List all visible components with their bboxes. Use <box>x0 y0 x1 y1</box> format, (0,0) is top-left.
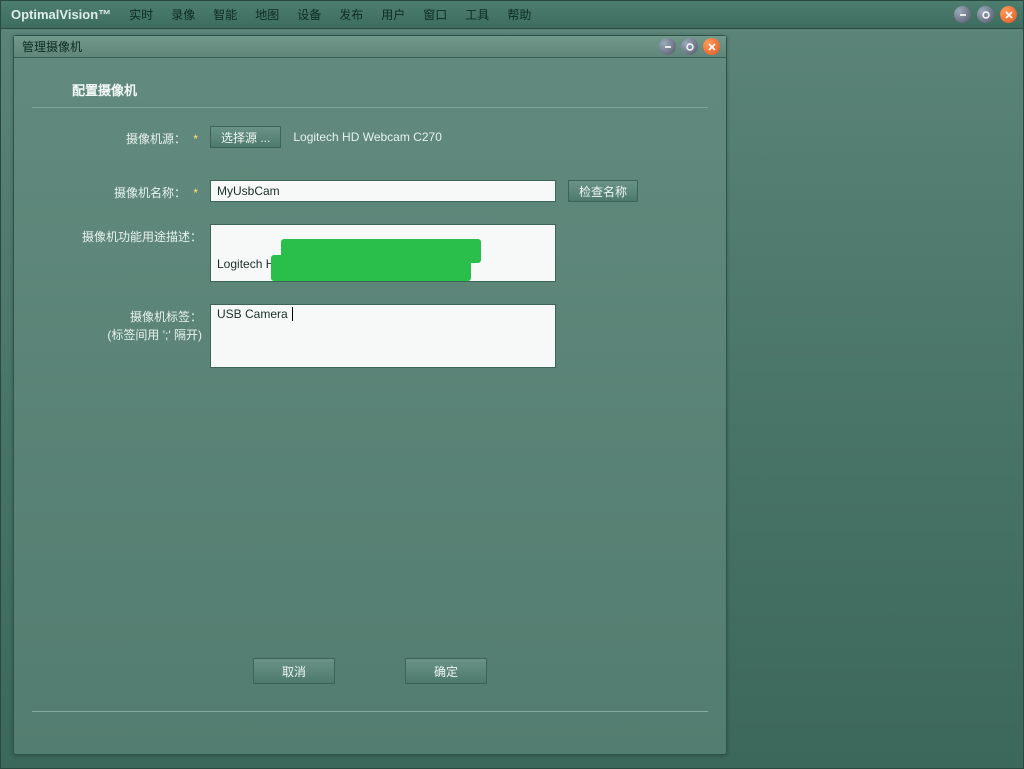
menu-window[interactable]: 窗口 <box>423 6 447 23</box>
row-tags: 摄像机标签： (标签间用 ';' 隔开) USB Camera <box>14 304 726 368</box>
label-desc: 摄像机功能用途描述： <box>40 224 210 246</box>
label-name: 摄像机名称： * <box>40 180 210 202</box>
select-source-button[interactable]: 选择源 ... <box>210 126 281 148</box>
tags-value: USB Camera <box>217 307 288 321</box>
dialog-window-controls <box>659 38 720 55</box>
dialog-maximize-icon[interactable] <box>681 38 698 55</box>
row-name: 摄像机名称： * 检查名称 <box>14 180 726 202</box>
footer-divider <box>32 711 708 712</box>
label-tags: 摄像机标签： (标签间用 ';' 隔开) <box>40 304 210 344</box>
redaction-block <box>376 269 436 282</box>
label-source: 摄像机源： * <box>40 126 210 148</box>
row-desc: 摄像机功能用途描述： Logitech HD Webcam C270 @devi… <box>14 224 726 282</box>
menu-realtime[interactable]: 实时 <box>129 6 153 23</box>
camera-desc-textarea[interactable]: Logitech HD Webcam C270 @device:pnp:\\? … <box>210 224 556 282</box>
manage-camera-dialog: 管理摄像机 配置摄像机 摄像机源： * 选择源 ... Logitech HD … <box>13 35 727 755</box>
redaction-block <box>271 255 471 281</box>
dialog-title: 管理摄像机 <box>22 38 82 55</box>
menu-device[interactable]: 设备 <box>297 6 321 23</box>
required-marker: * <box>193 186 198 200</box>
dialog-titlebar: 管理摄像机 <box>14 36 726 58</box>
cancel-button[interactable]: 取消 <box>253 658 335 684</box>
maximize-icon[interactable] <box>977 6 994 23</box>
ok-button[interactable]: 确定 <box>405 658 487 684</box>
close-icon[interactable] <box>1000 6 1017 23</box>
camera-tags-textarea[interactable]: USB Camera <box>210 304 556 368</box>
menu-publish[interactable]: 发布 <box>339 6 363 23</box>
app-titlebar: OptimalVision™ 实时 录像 智能 地图 设备 发布 用户 窗口 工… <box>1 1 1023 29</box>
section-title: 配置摄像机 <box>32 66 708 108</box>
source-name: Logitech HD Webcam C270 <box>293 130 442 144</box>
menu-user[interactable]: 用户 <box>381 6 405 23</box>
menu-help[interactable]: 帮助 <box>507 6 531 23</box>
minimize-icon[interactable] <box>954 6 971 23</box>
main-menu: 实时 录像 智能 地图 设备 发布 用户 窗口 工具 帮助 <box>129 6 954 23</box>
app-title: OptimalVision™ <box>11 7 111 22</box>
app-window-controls <box>954 6 1017 23</box>
menu-ai[interactable]: 智能 <box>213 6 237 23</box>
row-source: 摄像机源： * 选择源 ... Logitech HD Webcam C270 <box>14 126 726 148</box>
dialog-footer: 取消 确定 <box>14 658 726 684</box>
label-tags-hint: (标签间用 ';' 隔开) <box>40 326 202 344</box>
menu-record[interactable]: 录像 <box>171 6 195 23</box>
menu-map[interactable]: 地图 <box>255 6 279 23</box>
camera-name-input[interactable] <box>210 180 556 202</box>
required-marker: * <box>193 132 198 146</box>
dialog-close-icon[interactable] <box>703 38 720 55</box>
dialog-minimize-icon[interactable] <box>659 38 676 55</box>
check-name-button[interactable]: 检查名称 <box>568 180 638 202</box>
menu-tools[interactable]: 工具 <box>465 6 489 23</box>
